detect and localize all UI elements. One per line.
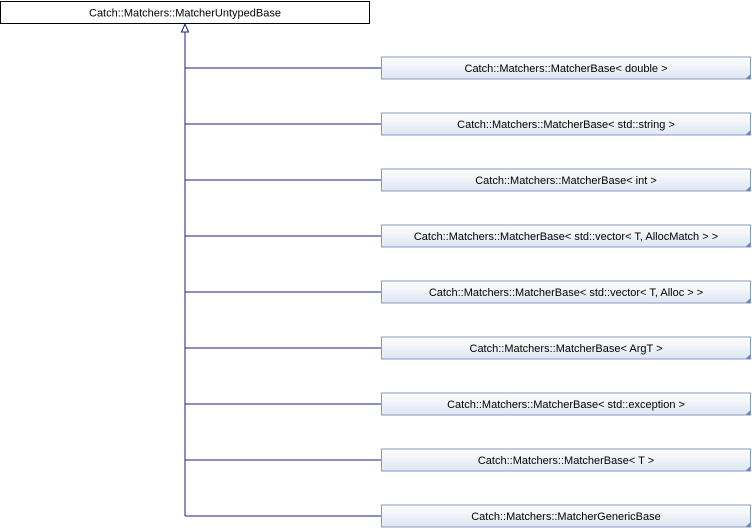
derived-class-label: Catch::Matchers::MatcherGenericBase <box>471 511 661 523</box>
derived-class-label: Catch::Matchers::MatcherBase< std::excep… <box>447 399 685 411</box>
derived-class-node[interactable]: Catch::Matchers::MatcherBase< double > <box>185 56 751 80</box>
derived-class-node[interactable]: Catch::Matchers::MatcherBase< std::vecto… <box>185 224 751 248</box>
derived-class-node[interactable]: Catch::Matchers::MatcherBase< int > <box>185 168 751 192</box>
derived-class-label: Catch::Matchers::MatcherBase< T > <box>478 455 654 467</box>
derived-class-label: Catch::Matchers::MatcherBase< std::vecto… <box>414 231 718 243</box>
derived-class-label: Catch::Matchers::MatcherBase< int > <box>475 175 657 187</box>
derived-class-node[interactable]: Catch::Matchers::MatcherBase< ArgT > <box>185 336 751 360</box>
inheritance-diagram: Catch::Matchers::MatcherUntypedBase Catc… <box>0 1 751 528</box>
derived-classes: Catch::Matchers::MatcherBase< double >Ca… <box>185 56 751 528</box>
derived-class-node[interactable]: Catch::Matchers::MatcherBase< std::vecto… <box>185 280 751 304</box>
derived-class-label: Catch::Matchers::MatcherBase< double > <box>465 63 668 75</box>
derived-class-node[interactable]: Catch::Matchers::MatcherBase< std::strin… <box>185 112 751 136</box>
derived-class-label: Catch::Matchers::MatcherBase< std::vecto… <box>429 287 703 299</box>
base-class-label: Catch::Matchers::MatcherUntypedBase <box>89 8 281 20</box>
derived-class-label: Catch::Matchers::MatcherBase< std::strin… <box>457 119 675 131</box>
inheritance-arrowhead <box>180 22 190 33</box>
derived-class-node[interactable]: Catch::Matchers::MatcherBase< T > <box>185 448 751 472</box>
base-class-node[interactable]: Catch::Matchers::MatcherUntypedBase <box>0 1 370 24</box>
derived-class-label: Catch::Matchers::MatcherBase< ArgT > <box>470 343 663 355</box>
derived-class-node[interactable]: Catch::Matchers::MatcherGenericBase <box>185 504 751 528</box>
derived-class-node[interactable]: Catch::Matchers::MatcherBase< std::excep… <box>185 392 751 416</box>
